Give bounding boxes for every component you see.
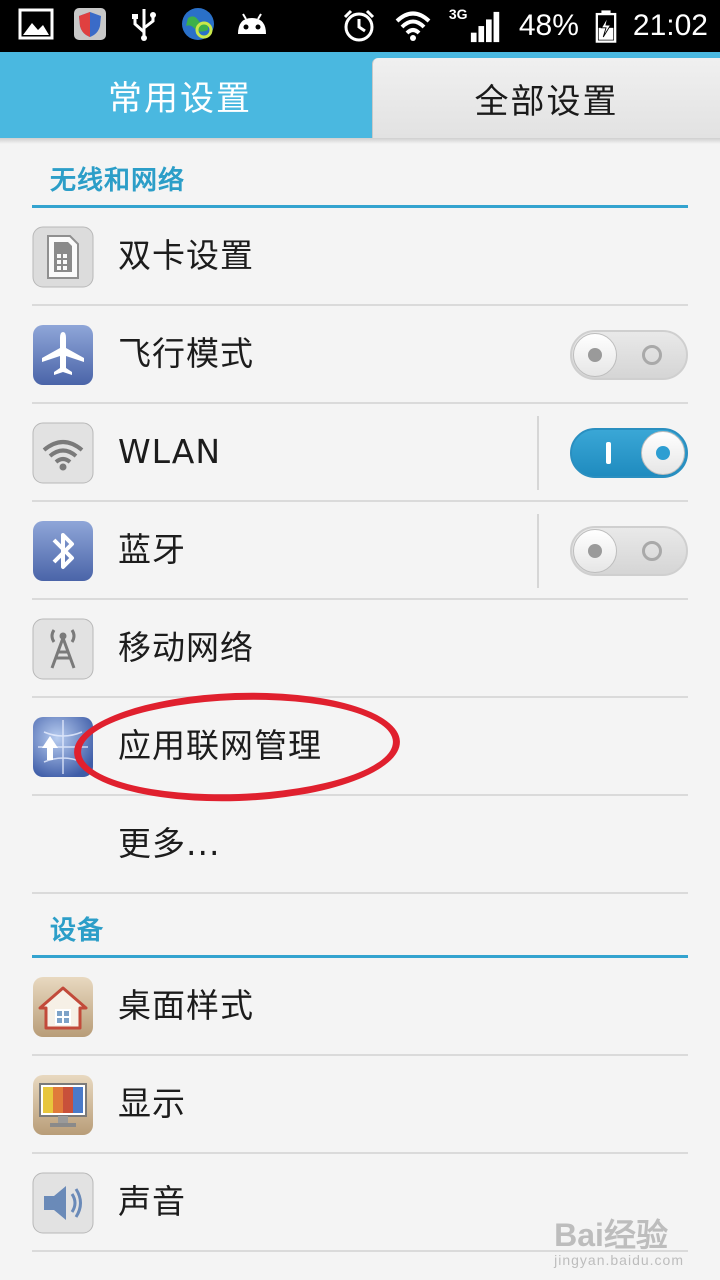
settings-item-label: 移动网络 xyxy=(118,628,254,667)
settings-item-label: 双卡设置 xyxy=(118,236,254,275)
wlan-toggle[interactable] xyxy=(570,428,688,478)
toggle-knob xyxy=(641,431,685,475)
bluetooth-icon xyxy=(33,521,93,581)
toggle-knob xyxy=(573,333,617,377)
watermark-url: jingyan.baidu.com xyxy=(554,1252,684,1268)
battery-percent: 48% xyxy=(518,9,579,42)
battery-charging-icon xyxy=(595,10,617,43)
dual-sim-icon xyxy=(32,226,94,288)
settings-item-bluetooth[interactable]: 蓝牙 xyxy=(32,502,688,600)
status-bar: 3G 48% 21:02 xyxy=(0,0,720,52)
section-title: 无线和网络 xyxy=(50,166,186,196)
globe-sync-icon xyxy=(182,8,214,40)
airplane-mode-toggle[interactable] xyxy=(570,330,688,380)
settings-item-desktop-style[interactable]: 桌面样式 xyxy=(32,958,688,1056)
section-header-device: 设备 xyxy=(32,894,688,958)
tab-common-settings[interactable]: 常用设置 xyxy=(0,52,360,138)
toggle-on-bar xyxy=(606,442,611,464)
bluetooth-toggle[interactable] xyxy=(570,526,688,576)
antenna-icon xyxy=(32,618,94,680)
alarm-icon xyxy=(343,9,374,42)
gallery-icon xyxy=(18,8,54,40)
settings-item-label: 飞行模式 xyxy=(118,334,254,373)
android-icon xyxy=(238,13,266,34)
shield-icon xyxy=(74,8,106,40)
usb-icon xyxy=(132,9,156,41)
wlan-icon xyxy=(32,422,94,484)
settings-item-label: WLAN xyxy=(118,432,222,471)
row-divider xyxy=(537,416,539,490)
toggle-off-ring xyxy=(642,541,662,561)
toggle-off-ring xyxy=(642,345,662,365)
settings-item-display[interactable]: 显示 xyxy=(32,1056,688,1154)
display-icon xyxy=(33,1075,93,1135)
section-header-wireless: 无线和网络 xyxy=(32,144,688,208)
settings-item-dual-sim[interactable]: 双卡设置 xyxy=(32,208,688,306)
clock: 21:02 xyxy=(632,9,708,42)
settings-item-label: 桌面样式 xyxy=(118,986,254,1025)
home-icon xyxy=(33,977,93,1037)
signal-icon xyxy=(470,11,500,43)
settings-item-label: 蓝牙 xyxy=(118,530,186,569)
network-type: 3G xyxy=(448,6,468,22)
wifi-icon xyxy=(395,11,431,41)
watermark-brand: Bai经验 xyxy=(554,1217,668,1253)
toggle-knob xyxy=(573,529,617,573)
airplane-icon xyxy=(33,325,93,385)
section-title: 设备 xyxy=(50,916,105,946)
settings-list: 无线和网络 双卡设置 飞行模式 WLAN 蓝牙 移动网络 应用联网管理 更多..… xyxy=(0,144,720,1252)
settings-item-label: 更多... xyxy=(118,824,221,863)
settings-item-mobile-network[interactable]: 移动网络 xyxy=(32,600,688,698)
signal-indicator: 3G xyxy=(449,6,503,46)
settings-item-label: 显示 xyxy=(118,1084,186,1123)
tab-all-settings[interactable]: 全部设置 xyxy=(372,58,720,138)
baidu-jingyan-watermark: Bai经验 jingyan.baidu.com xyxy=(554,1210,684,1268)
settings-item-more[interactable]: 更多... xyxy=(32,796,688,894)
row-divider xyxy=(537,514,539,588)
settings-item-wlan[interactable]: WLAN xyxy=(32,404,688,502)
tab-bar: 常用设置 全部设置 xyxy=(0,52,720,138)
settings-item-airplane-mode[interactable]: 飞行模式 xyxy=(32,306,688,404)
settings-item-label: 声音 xyxy=(118,1182,186,1221)
speaker-icon xyxy=(32,1172,94,1234)
